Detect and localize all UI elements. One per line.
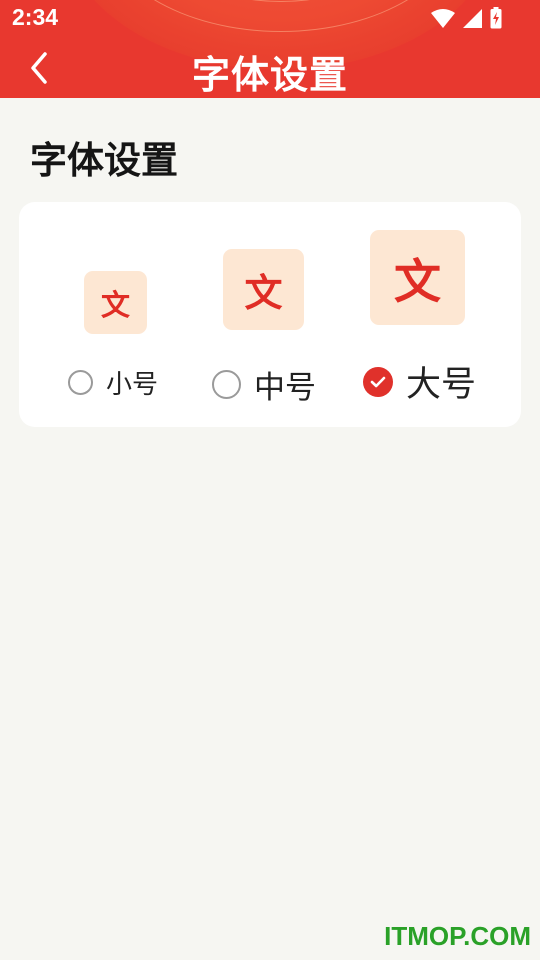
check-icon bbox=[370, 376, 386, 387]
preview-glyph: 文 bbox=[100, 287, 130, 322]
option-label: 中号 bbox=[254, 370, 316, 406]
font-option-medium[interactable]: 中号 bbox=[212, 362, 316, 407]
status-time: 2:34 bbox=[12, 4, 59, 30]
font-option-small[interactable]: 小号 bbox=[68, 364, 158, 401]
font-preview-large[interactable]: 文 bbox=[370, 230, 465, 325]
battery-icon bbox=[490, 7, 502, 29]
preview-glyph: 文 bbox=[244, 271, 283, 315]
radio-checked-icon[interactable] bbox=[363, 366, 393, 397]
font-size-card: 文 小号 文 中号 文 大号 bbox=[19, 202, 521, 427]
preview-glyph: 文 bbox=[394, 255, 441, 310]
font-option-large[interactable]: 大号 bbox=[363, 356, 476, 407]
wifi-icon bbox=[431, 8, 455, 28]
signal-icon bbox=[463, 8, 482, 28]
font-preview-small[interactable]: 文 bbox=[84, 271, 147, 334]
option-label: 大号 bbox=[406, 365, 477, 405]
radio-unchecked-icon[interactable] bbox=[212, 370, 241, 399]
radio-unchecked-icon[interactable] bbox=[68, 370, 93, 395]
app-header: 2:34 字体设置 bbox=[0, 0, 540, 98]
option-label: 小号 bbox=[106, 370, 159, 400]
font-preview-medium[interactable]: 文 bbox=[223, 249, 304, 330]
watermark: ITMOP.COM bbox=[384, 921, 531, 951]
page-title: 字体设置 bbox=[191, 53, 348, 97]
section-title: 字体设置 bbox=[30, 139, 178, 182]
status-icons bbox=[431, 7, 502, 29]
status-bar: 2:34 bbox=[0, 0, 540, 36]
